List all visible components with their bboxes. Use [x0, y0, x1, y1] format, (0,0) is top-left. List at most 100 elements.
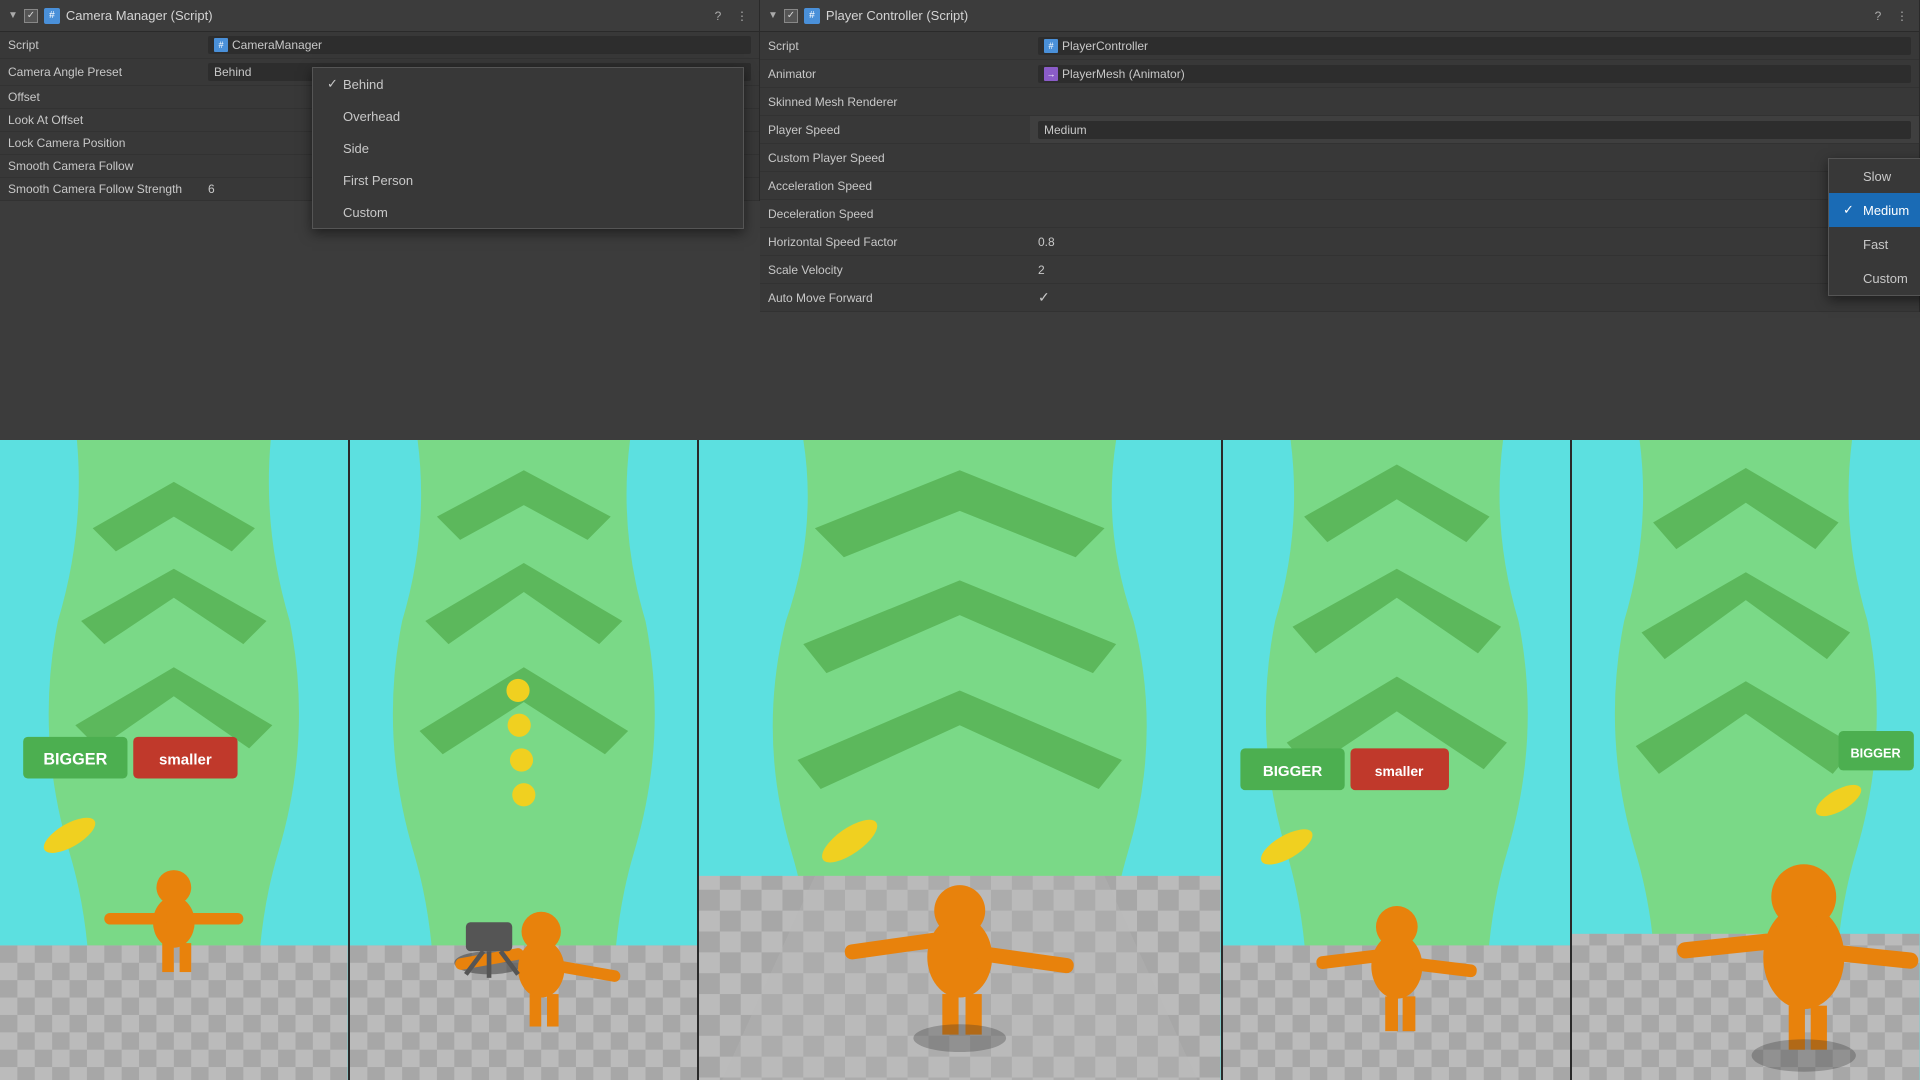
pc-custompspeed-value-row [1030, 144, 1919, 172]
pc-skinned-label: Skinned Mesh Renderer [768, 95, 968, 109]
pc-accelspeed-row: Acceleration Speed [760, 172, 1030, 200]
pc-animator-name: PlayerMesh (Animator) [1062, 67, 1185, 81]
game-panel-4: BIGGER smaller [1223, 440, 1573, 1080]
inspector-overlay: ▼ ✓ # Camera Manager (Script) ? ⋮ Script… [0, 0, 1920, 440]
svg-text:smaller: smaller [159, 752, 212, 769]
asset-script-icon: # [214, 38, 228, 52]
pc-animator-row: Animator [760, 60, 1030, 88]
pc-playerspeed-row: Player Speed [760, 116, 1030, 144]
speed-label-medium: Medium [1863, 203, 1909, 218]
pc-labels-column: Script Animator Skinned Mesh Renderer Pl… [760, 32, 1030, 312]
pc-script-row: Script [760, 32, 1030, 60]
help-button[interactable]: ? [709, 7, 727, 25]
pc-speed-selector[interactable]: Medium [1038, 121, 1911, 139]
camera-angle-label: Camera Angle Preset [8, 65, 208, 79]
pc-script-asset[interactable]: # PlayerController [1038, 37, 1911, 55]
context-menu-button[interactable]: ⋮ [733, 7, 751, 25]
pc-header-actions: ? ⋮ [1869, 7, 1911, 25]
player-controller-panel: ▼ ✓ # Player Controller (Script) ? ⋮ Scr… [760, 0, 1920, 312]
script-icon: # [44, 8, 60, 24]
speed-item-custom[interactable]: Custom [1829, 261, 1920, 295]
svg-text:BIGGER: BIGGER [1851, 746, 1901, 761]
pc-accelspeed-value-row [1030, 172, 1919, 200]
svg-text:BIGGER: BIGGER [1263, 763, 1322, 780]
pc-decelspeed-value-row [1030, 200, 1919, 228]
pc-custompspeed-label: Custom Player Speed [768, 151, 968, 165]
component-enabled-checkbox[interactable]: ✓ [24, 9, 38, 23]
pc-enabled-checkbox[interactable]: ✓ [784, 9, 798, 23]
script-asset-name: CameraManager [232, 38, 322, 52]
pc-custompspeed-row: Custom Player Speed [760, 144, 1030, 172]
dropdown-item-firstperson[interactable]: First Person [313, 164, 743, 196]
lock-camera-label: Lock Camera Position [8, 136, 208, 150]
pc-scalevel-label: Scale Velocity [768, 263, 968, 277]
pc-animator-icon: → [1044, 67, 1058, 81]
game-panel-2 [350, 440, 700, 1080]
camera-manager-panel: ▼ ✓ # Camera Manager (Script) ? ⋮ Script… [0, 0, 760, 201]
svg-text:smaller: smaller [1375, 763, 1424, 779]
pc-hspeedfactor-row: Horizontal Speed Factor [760, 228, 1030, 256]
pc-accelspeed-label: Acceleration Speed [768, 179, 968, 193]
look-at-offset-label: Look At Offset [8, 113, 208, 127]
pc-hspeedfactor-value-row[interactable]: 0.8 [1030, 228, 1919, 256]
pc-scalevel-value[interactable]: 2 [1038, 263, 1911, 277]
pc-autoforward-label: Auto Move Forward [768, 291, 968, 305]
smooth-camera-label: Smooth Camera Follow [8, 159, 208, 173]
game-panel-3 [699, 440, 1222, 1080]
pc-autoforward-row: Auto Move Forward [760, 284, 1030, 312]
pc-playerspeed-label: Player Speed [768, 123, 968, 137]
collapse-arrow-icon[interactable]: ▼ [8, 10, 18, 21]
speed-item-fast[interactable]: Fast [1829, 227, 1920, 261]
script-asset-ref[interactable]: # CameraManager [208, 36, 751, 54]
pc-hspeedfactor-value[interactable]: 0.8 [1038, 235, 1911, 249]
speed-item-medium[interactable]: ✓ Medium [1829, 193, 1920, 227]
pc-help-button[interactable]: ? [1869, 7, 1887, 25]
pc-animator-value-row[interactable]: → PlayerMesh (Animator) [1030, 60, 1919, 88]
pc-context-button[interactable]: ⋮ [1893, 7, 1911, 25]
game-scene-background: BIGGER smaller [0, 440, 1920, 1080]
player-controller-body: Script Animator Skinned Mesh Renderer Pl… [760, 32, 1919, 312]
pc-decelspeed-row: Deceleration Speed [760, 200, 1030, 228]
script-row: Script # CameraManager [0, 32, 759, 59]
player-speed-dropdown: Slow ✓ Medium Fast Custom [1828, 158, 1920, 296]
speed-item-slow[interactable]: Slow [1829, 159, 1920, 193]
pc-playerspeed-value-row[interactable]: Medium [1030, 116, 1919, 144]
speed-label-slow: Slow [1863, 169, 1891, 184]
pc-script-value-row[interactable]: # PlayerController [1030, 32, 1919, 60]
pc-script-file-icon: # [1044, 39, 1058, 53]
pc-autoforward-value-row[interactable]: ✓ [1030, 284, 1919, 312]
offset-label: Offset [8, 90, 208, 104]
dropdown-label-side: Side [343, 141, 369, 156]
game-panel-1: BIGGER smaller [0, 440, 350, 1080]
pc-decelspeed-label: Deceleration Speed [768, 207, 968, 221]
camera-manager-title: Camera Manager (Script) [66, 8, 703, 23]
pc-animator-label: Animator [768, 67, 968, 81]
pc-animator-asset[interactable]: → PlayerMesh (Animator) [1038, 65, 1911, 83]
game-panel-5: BIGGER [1572, 440, 1920, 1080]
camera-manager-header: ▼ ✓ # Camera Manager (Script) ? ⋮ [0, 0, 759, 32]
pc-skinned-row: Skinned Mesh Renderer [760, 88, 1030, 116]
pc-scalevel-value-row[interactable]: 2 [1030, 256, 1919, 284]
dropdown-item-behind[interactable]: ✓ Behind [313, 68, 743, 100]
pc-hspeedfactor-label: Horizontal Speed Factor [768, 235, 968, 249]
camera-angle-selected: Behind [214, 65, 251, 79]
dropdown-label-firstperson: First Person [343, 173, 413, 188]
pc-script-label: Script [768, 39, 968, 53]
dropdown-label-custom: Custom [343, 205, 388, 220]
player-controller-header: ▼ ✓ # Player Controller (Script) ? ⋮ [760, 0, 1919, 32]
pc-scalevel-row: Scale Velocity [760, 256, 1030, 284]
speed-label-fast: Fast [1863, 237, 1888, 252]
dropdown-label-overhead: Overhead [343, 109, 400, 124]
pc-script-icon: # [804, 8, 820, 24]
pc-autoforward-checkbox[interactable]: ✓ [1038, 289, 1050, 306]
pc-collapse-arrow[interactable]: ▼ [768, 10, 778, 21]
player-controller-title: Player Controller (Script) [826, 8, 1863, 23]
camera-angle-dropdown: ✓ Behind Overhead Side First Person Cust… [312, 67, 744, 229]
pc-values-column: # PlayerController → PlayerMesh (Animato… [1030, 32, 1919, 312]
panel-header-actions: ? ⋮ [709, 7, 751, 25]
dropdown-item-overhead[interactable]: Overhead [313, 100, 743, 132]
dropdown-item-side[interactable]: Side [313, 132, 743, 164]
script-label: Script [8, 38, 208, 52]
dropdown-label-behind: Behind [343, 77, 383, 92]
dropdown-item-custom[interactable]: Custom [313, 196, 743, 228]
